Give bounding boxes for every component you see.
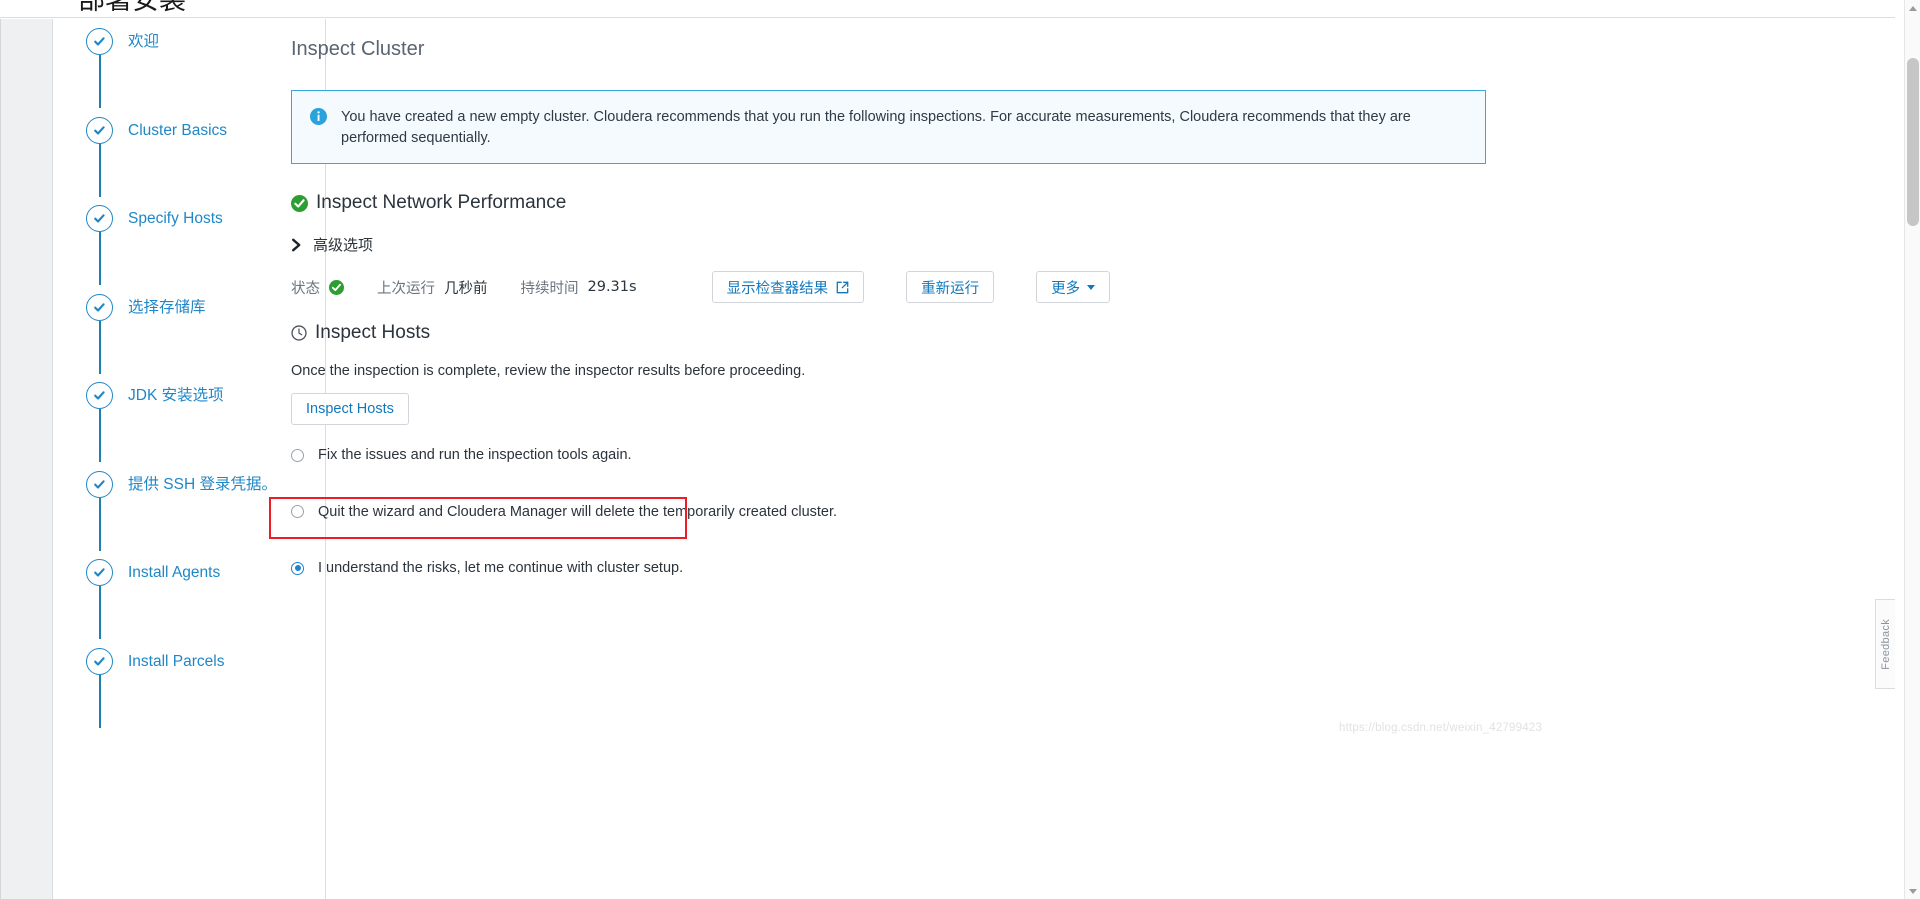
sidebar-step-3[interactable]: Specify Hosts	[54, 196, 326, 285]
inspection-option-1[interactable]: Fix the issues and run the inspection to…	[291, 441, 837, 469]
step-connector-line	[99, 55, 101, 108]
info-banner-text: You have created a new empty cluster. Cl…	[341, 109, 1411, 146]
inspect-hosts-header: Inspect Hosts	[291, 322, 430, 344]
radio-button[interactable]	[291, 505, 304, 518]
wizard-page-frame: 欢迎 Cluster Basics Specify Hosts 选择存储库 JDK 安装…	[0, 19, 1895, 899]
inspect-hosts-button-label: Inspect Hosts	[306, 401, 394, 417]
left-gutter	[1, 19, 53, 899]
inspect-network-performance-header: Inspect Network Performance	[291, 192, 566, 214]
page-title: Inspect Cluster	[291, 38, 425, 60]
sidebar-step-label: Install Agents	[128, 564, 221, 581]
sidebar-step-7[interactable]: Install Agents	[54, 550, 326, 639]
main-content: Inspect Cluster You have created a new e…	[291, 19, 1857, 899]
step-connector-line	[99, 586, 101, 639]
check-circle-icon	[86, 382, 113, 409]
radio-option-label: Quit the wizard and Cloudera Manager wil…	[318, 503, 838, 520]
last-run-value: 几秒前	[444, 280, 488, 297]
chevron-right-icon	[291, 238, 303, 252]
duration-value: 29.31s	[587, 279, 637, 295]
feedback-tab[interactable]: Feedback	[1875, 599, 1895, 689]
step-connector-line	[99, 409, 101, 462]
status-key-label: 状态	[291, 280, 320, 297]
wizard-step-list: 欢迎 Cluster Basics Specify Hosts 选择存储库 JDK 安装…	[54, 19, 326, 728]
sidebar-step-label: JDK 安装选项	[128, 387, 224, 404]
radio-option-label: I understand the risks, let me continue …	[318, 560, 684, 576]
option-spacer	[291, 469, 837, 498]
inspection-options-radio-group: Fix the issues and run the inspection to…	[291, 441, 837, 582]
cut-off-heading-text: 部署安装	[78, 0, 186, 16]
check-circle-icon	[86, 647, 113, 675]
check-circle-icon	[86, 28, 113, 55]
info-banner: You have created a new empty cluster. Cl…	[291, 90, 1486, 164]
feedback-tab-label: Feedback	[1879, 618, 1892, 670]
sidebar-step-2[interactable]: Cluster Basics	[54, 108, 326, 197]
inspect-hosts-title: Inspect Hosts	[315, 322, 431, 343]
wizard-step-rail: 欢迎 Cluster Basics Specify Hosts 选择存储库 JDK 安装…	[54, 19, 326, 899]
sidebar-step-label: Specify Hosts	[128, 210, 223, 227]
sidebar-step-6[interactable]: 提供 SSH 登录凭据。	[54, 462, 326, 551]
sidebar-step-label: Install Parcels	[128, 652, 225, 670]
duration-key-label: 持续时间	[520, 280, 579, 297]
inspect-hosts-button[interactable]: Inspect Hosts	[291, 393, 409, 425]
scroll-down-arrow-icon[interactable]	[1905, 883, 1920, 899]
sidebar-step-8[interactable]: Install Parcels	[54, 639, 326, 728]
check-circle-icon	[86, 116, 113, 144]
sidebar-step-label: 提供 SSH 登录凭据。	[128, 475, 277, 493]
advanced-options-toggle[interactable]: 高级选项	[291, 234, 373, 255]
more-dropdown-button[interactable]: 更多	[1036, 271, 1111, 303]
cut-off-heading-strip: 部署安装	[0, 0, 1895, 18]
sidebar-step-label: 选择存储库	[128, 298, 206, 316]
sidebar-step-label: Cluster Basics	[128, 121, 228, 139]
scrollbar-thumb[interactable]	[1907, 58, 1919, 226]
sidebar-step-4[interactable]: 选择存储库	[54, 285, 326, 374]
inspect-network-performance-title: Inspect Network Performance	[316, 192, 567, 213]
radio-button[interactable]	[291, 448, 304, 462]
sidebar-step-5[interactable]: JDK 安装选项	[54, 373, 326, 462]
status-check-circle-filled-icon	[329, 279, 344, 295]
show-inspector-results-button[interactable]: 显示检查器结果	[711, 271, 865, 303]
sidebar-step-label: 欢迎	[128, 33, 160, 50]
inspect-hosts-description: Once the inspection is complete, review …	[291, 363, 806, 379]
show-inspector-results-label: 显示检查器结果	[726, 280, 829, 297]
external-link-icon	[836, 281, 849, 294]
advanced-options-label: 高级选项	[313, 236, 374, 254]
step-connector-line	[99, 143, 101, 197]
check-circle-icon	[86, 293, 113, 321]
step-connector-line	[99, 232, 101, 285]
rerun-button[interactable]: 重新运行	[906, 271, 995, 303]
scroll-up-arrow-icon[interactable]	[1905, 0, 1920, 16]
clock-icon	[291, 325, 307, 341]
check-circle-filled-icon	[291, 194, 308, 212]
more-label: 更多	[1051, 280, 1081, 297]
rerun-label: 重新运行	[921, 280, 980, 297]
radio-button[interactable]	[291, 561, 304, 575]
step-connector-line	[99, 497, 101, 551]
inspection-option-2[interactable]: Quit the wizard and Cloudera Manager wil…	[291, 498, 837, 526]
vertical-scrollbar[interactable]	[1904, 0, 1920, 899]
step-connector-line	[99, 674, 101, 728]
last-run-key-label: 上次运行	[377, 280, 435, 297]
watermark-url: https://blog.csdn.net/weixin_42799423	[1339, 722, 1543, 734]
check-circle-icon	[86, 205, 113, 232]
radio-option-label: Fix the issues and run the inspection to…	[318, 447, 632, 463]
inspection-option-3[interactable]: I understand the risks, let me continue …	[291, 554, 837, 582]
caret-down-icon	[1087, 284, 1096, 290]
check-circle-icon	[86, 559, 113, 586]
network-status-row: 状态 上次运行 几秒前 持续时间 29.31s 显示检查器结果 重新运行 更多	[291, 269, 1111, 305]
info-circle-icon	[310, 108, 327, 130]
check-circle-icon	[86, 470, 113, 498]
step-connector-line	[99, 320, 101, 374]
sidebar-step-1[interactable]: 欢迎	[54, 19, 326, 108]
option-spacer	[291, 526, 837, 555]
